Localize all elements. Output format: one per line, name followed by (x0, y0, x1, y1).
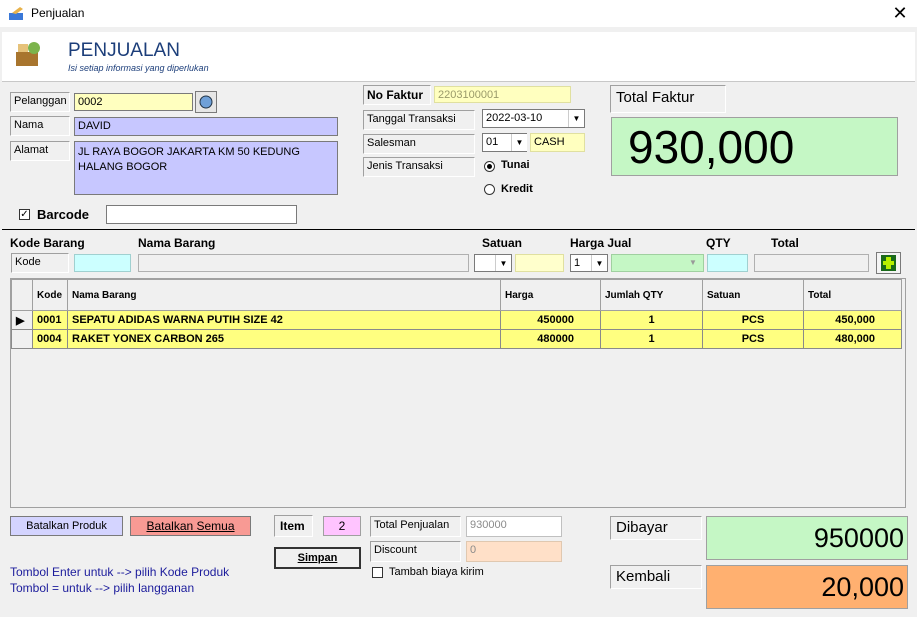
faktur-label: No Faktur (363, 85, 431, 105)
items-table: Kode Nama Barang Harga Jumlah QTY Satuan… (11, 279, 902, 349)
alamat-label: Alamat (10, 141, 70, 161)
qty-header: QTY (706, 236, 731, 250)
batalkan-produk-button[interactable]: Batalkan Produk (10, 516, 123, 536)
kredit-radio[interactable] (484, 184, 495, 195)
cell-harga: 450000 (500, 310, 601, 330)
nama-label: Nama (10, 116, 70, 136)
cell-total: 450,000 (803, 310, 902, 330)
kode-label: Kode (11, 253, 69, 273)
kode-barang-header: Kode Barang (10, 236, 85, 250)
nama-barang-header: Nama Barang (138, 236, 216, 250)
items-grid[interactable]: Kode Nama Barang Harga Jumlah QTY Satuan… (10, 278, 906, 508)
col-satuan: Satuan (702, 279, 804, 311)
row-selector-header (11, 279, 33, 311)
alamat-input[interactable]: JL RAYA BOGOR JAKARTA KM 50 KEDUNG HALAN… (74, 141, 338, 195)
satuan-header: Satuan (482, 236, 523, 250)
tunai-label: Tunai (501, 159, 530, 171)
page-title: PENJUALAN (68, 40, 180, 61)
tanggal-value: 2022-03-10 (486, 112, 543, 124)
total-penjualan-label: Total Penjualan (370, 516, 461, 537)
col-kode: Kode (32, 279, 68, 311)
col-nama-barang: Nama Barang (67, 279, 501, 311)
kembali-label: Kembali (610, 565, 702, 589)
salesman-dropdown-icon[interactable]: ▼ (511, 134, 527, 151)
cell-harga: 480000 (500, 329, 601, 349)
cell-satuan: PCS (702, 329, 804, 349)
biaya-kirim-label: Tambah biaya kirim (389, 566, 484, 578)
plus-icon (881, 255, 896, 271)
cell-nama-barang: RAKET YONEX CARBON 265 (67, 329, 501, 349)
col-jumlah-qty: Jumlah QTY (600, 279, 703, 311)
hint-equals: Tombol = untuk --> pilih langganan (10, 581, 195, 595)
nama-input[interactable]: DAVID (74, 117, 338, 136)
cell-total: 480,000 (803, 329, 902, 349)
window-title: Penjualan (31, 6, 85, 20)
total-input (754, 254, 869, 272)
nama-barang-input[interactable] (138, 254, 469, 272)
cell-kode: 0001 (32, 310, 68, 330)
jenis-label: Jenis Transaksi (363, 157, 475, 177)
app-icon (9, 7, 23, 20)
discount-input[interactable]: 0 (466, 541, 562, 562)
satuan-dropdown-icon[interactable]: ▼ (495, 255, 511, 271)
col-harga: Harga (500, 279, 601, 311)
harga-qty-dropdown-icon[interactable]: ▼ (591, 255, 607, 271)
kode-input[interactable] (74, 254, 131, 272)
dibayar-input[interactable]: 950000 (706, 516, 908, 560)
satuan-value (515, 254, 564, 272)
qty-input[interactable] (707, 254, 748, 272)
table-row[interactable]: ▶ 0001 SEPATU ADIDAS WARNA PUTIH SIZE 42… (11, 310, 902, 330)
faktur-input[interactable]: 2203100001 (434, 86, 571, 103)
row-pointer-icon: ▶ (11, 310, 33, 330)
tanggal-dropdown-icon[interactable]: ▼ (568, 110, 584, 127)
total-faktur-value: 930,000 (611, 117, 898, 176)
biaya-kirim-checkbox[interactable] (372, 567, 383, 578)
close-icon[interactable]: ✕ (888, 2, 912, 24)
cell-qty: 1 (600, 310, 703, 330)
pelanggan-label: Pelanggan (10, 92, 70, 112)
add-item-button[interactable] (876, 252, 901, 274)
title-bar (0, 0, 917, 27)
col-total: Total (803, 279, 902, 311)
salesman-label: Salesman (363, 134, 475, 154)
divider (2, 229, 915, 230)
total-penjualan-value: 930000 (466, 516, 562, 537)
salesman-name: CASH (530, 133, 585, 152)
harga-qty-value: 1 (574, 257, 581, 269)
tunai-radio[interactable] (484, 161, 495, 172)
row-selector (11, 329, 33, 349)
salesman-code: 01 (486, 136, 499, 148)
tanggal-label: Tanggal Transaksi (363, 110, 475, 130)
cell-qty: 1 (600, 329, 703, 349)
total-header: Total (771, 236, 799, 250)
barcode-checkbox[interactable]: ✓ (19, 209, 30, 220)
table-row[interactable]: 0004 RAKET YONEX CARBON 265 480000 1 PCS… (11, 329, 902, 349)
simpan-button[interactable]: Simpan (274, 547, 361, 569)
hint-enter: Tombol Enter untuk --> pilih Kode Produk (10, 565, 230, 579)
batalkan-semua-button[interactable]: Batalkan Semua (130, 516, 251, 536)
kembali-value: 20,000 (706, 565, 908, 609)
page-subtitle: Isi setiap informasi yang diperlukan (68, 63, 209, 73)
harga-jual-header: Harga Jual (570, 236, 632, 250)
barcode-input[interactable] (106, 205, 297, 224)
barcode-label: Barcode (37, 207, 90, 222)
kredit-label: Kredit (501, 183, 533, 195)
total-faktur-label: Total Faktur (610, 85, 726, 113)
discount-label: Discount (370, 541, 461, 562)
cell-nama-barang: SEPATU ADIDAS WARNA PUTIH SIZE 42 (67, 310, 501, 330)
cell-satuan: PCS (702, 310, 804, 330)
search-icon (199, 95, 213, 109)
cell-kode: 0004 (32, 329, 68, 349)
item-label: Item (274, 515, 313, 537)
item-count: 2 (323, 516, 361, 536)
pelanggan-input[interactable]: 0002 (74, 93, 193, 111)
dibayar-label: Dibayar (610, 516, 702, 540)
harga-jual-dropdown-icon[interactable]: ▼ (689, 258, 697, 267)
sales-icon (16, 42, 40, 66)
search-customer-button[interactable] (195, 91, 217, 113)
